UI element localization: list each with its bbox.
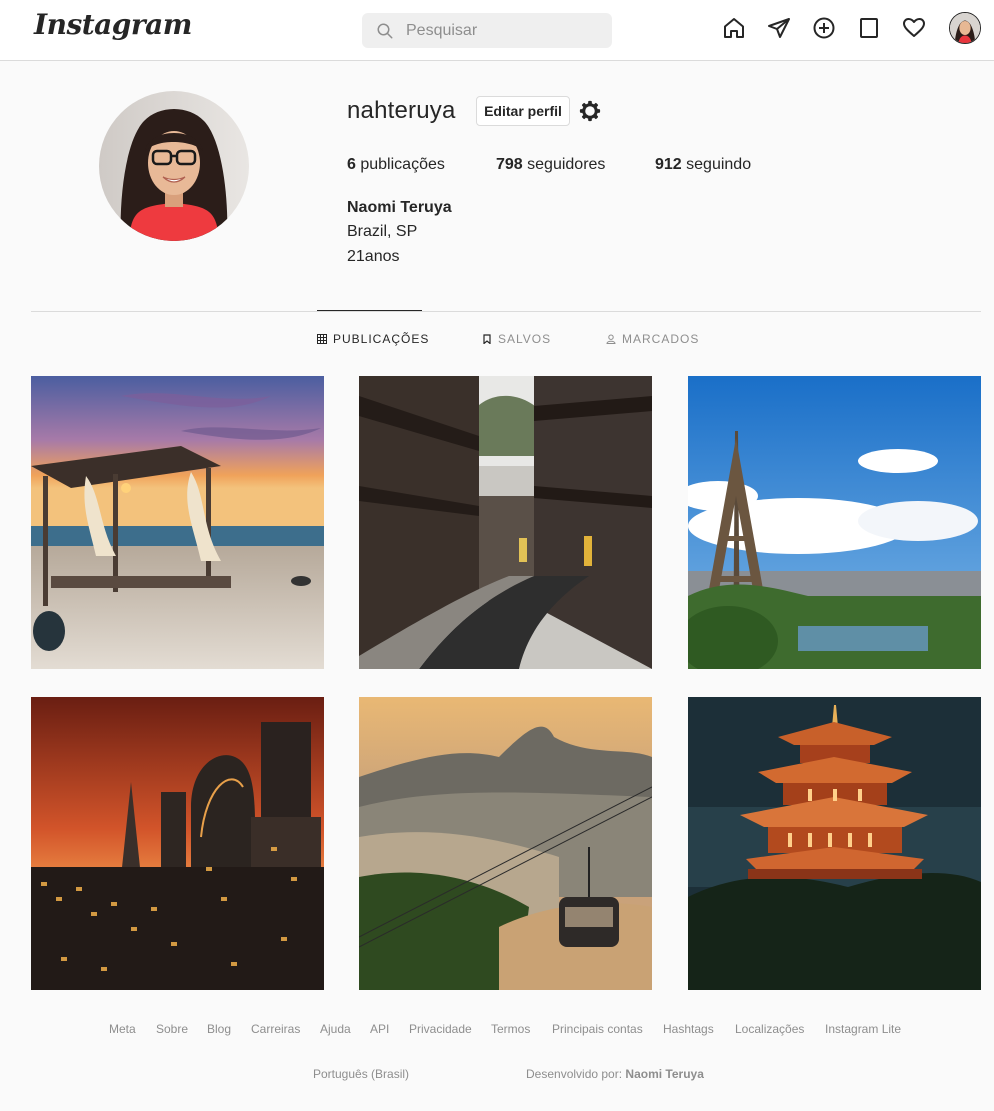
following-count: 912 bbox=[655, 156, 682, 173]
footer-link-api[interactable]: API bbox=[370, 1022, 389, 1036]
profile-picture[interactable] bbox=[99, 91, 249, 241]
home-icon[interactable] bbox=[722, 16, 746, 40]
japanese-street-image bbox=[359, 376, 652, 669]
direct-icon[interactable] bbox=[767, 16, 791, 40]
activity-icon[interactable] bbox=[902, 16, 926, 40]
tabs-divider bbox=[31, 311, 981, 312]
post-thumbnail[interactable] bbox=[688, 376, 981, 669]
footer-link-carreiras[interactable]: Carreiras bbox=[251, 1022, 300, 1036]
credit-prefix: Desenvolvido por: bbox=[526, 1067, 623, 1081]
following-label: seguindo bbox=[686, 156, 752, 173]
grid-icon bbox=[317, 334, 327, 344]
footer-link-termos[interactable]: Termos bbox=[491, 1022, 530, 1036]
tab-tagged[interactable]: MARCADOS bbox=[606, 332, 699, 346]
edit-profile-button[interactable]: Editar perfil bbox=[476, 96, 570, 126]
profile-username: nahteruya bbox=[347, 97, 456, 124]
eiffel-tower-image bbox=[688, 376, 981, 669]
following-stat[interactable]: 912 seguindo bbox=[655, 156, 751, 174]
footer-link-ajuda[interactable]: Ajuda bbox=[320, 1022, 351, 1036]
active-tab-indicator bbox=[317, 310, 422, 311]
developer-credit: Desenvolvido por: Naomi Teruya bbox=[526, 1067, 704, 1081]
beach-cabana-sunset-image bbox=[31, 376, 324, 669]
post-thumbnail[interactable] bbox=[31, 376, 324, 669]
footer-link-hashtags[interactable]: Hashtags bbox=[663, 1022, 714, 1036]
bio-age: 21anos bbox=[347, 248, 400, 265]
posts-label: publicações bbox=[360, 156, 445, 173]
footer-link-sobre[interactable]: Sobre bbox=[156, 1022, 188, 1036]
chinese-pagoda-image bbox=[688, 697, 981, 990]
search-icon bbox=[377, 23, 393, 39]
footer-link-principais-contas[interactable]: Principais contas bbox=[552, 1022, 643, 1036]
post-thumbnail[interactable] bbox=[31, 697, 324, 990]
tagged-user-icon bbox=[606, 334, 616, 344]
tab-posts[interactable]: PUBLICAÇÕES bbox=[317, 332, 429, 346]
profile-photo bbox=[99, 91, 249, 241]
profile-avatar-button[interactable] bbox=[949, 12, 981, 44]
footer-link-instagram-lite[interactable]: Instagram Lite bbox=[825, 1022, 901, 1036]
bio-location: Brazil, SP bbox=[347, 223, 418, 240]
new-post-icon[interactable] bbox=[812, 16, 836, 40]
posts-count: 6 bbox=[347, 156, 356, 173]
london-skyline-image bbox=[31, 697, 324, 990]
tab-saved-label: SALVOS bbox=[498, 332, 552, 346]
top-navigation-bar: Instagram bbox=[0, 0, 994, 61]
bookmark-icon bbox=[483, 334, 491, 344]
post-thumbnail[interactable] bbox=[359, 376, 652, 669]
settings-gear-icon[interactable] bbox=[579, 100, 601, 122]
rio-cable-car-image bbox=[359, 697, 652, 990]
post-thumbnail[interactable] bbox=[359, 697, 652, 990]
footer-link-localizacoes[interactable]: Localizações bbox=[735, 1022, 804, 1036]
tab-posts-label: PUBLICAÇÕES bbox=[333, 332, 430, 346]
followers-label: seguidores bbox=[527, 156, 606, 173]
footer-link-blog[interactable]: Blog bbox=[207, 1022, 231, 1036]
credit-name: Naomi Teruya bbox=[625, 1067, 704, 1081]
posts-count-stat: 6 publicações bbox=[347, 156, 445, 174]
followers-stat[interactable]: 798 seguidores bbox=[496, 156, 605, 174]
search-input[interactable] bbox=[406, 13, 606, 48]
footer-link-meta[interactable]: Meta bbox=[109, 1022, 136, 1036]
instagram-logo[interactable]: Instagram bbox=[34, 8, 192, 41]
followers-count: 798 bbox=[496, 156, 523, 173]
search-box[interactable] bbox=[362, 13, 612, 48]
language-selector[interactable]: Português (Brasil) bbox=[313, 1067, 409, 1081]
avatar-image bbox=[950, 13, 980, 43]
footer-link-privacidade[interactable]: Privacidade bbox=[409, 1022, 472, 1036]
post-thumbnail[interactable] bbox=[688, 697, 981, 990]
explore-icon[interactable] bbox=[857, 16, 881, 40]
profile-full-name: Naomi Teruya bbox=[347, 199, 452, 216]
tab-saved[interactable]: SALVOS bbox=[482, 332, 551, 346]
tab-tagged-label: MARCADOS bbox=[622, 332, 700, 346]
